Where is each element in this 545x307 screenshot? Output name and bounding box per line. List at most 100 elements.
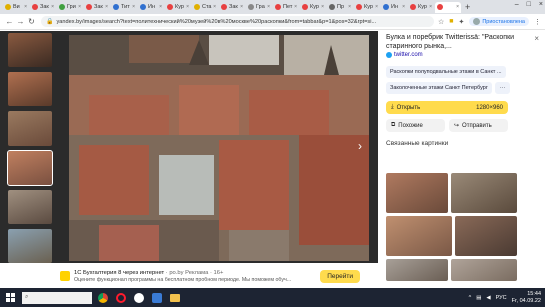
related-image[interactable] [451,259,517,281]
browser-tab[interactable]: Ста × [192,2,218,13]
tag-chip[interactable]: Заколоченные этажи Санкт Петербург [386,82,492,94]
tab-close-icon[interactable]: × [78,4,81,10]
clock[interactable]: 15:44 Fr, 04.09.22 [512,291,541,304]
tab-close-icon[interactable]: × [267,4,270,10]
maximize-icon[interactable]: □ [527,1,531,8]
related-image[interactable] [386,216,452,256]
extension-icon[interactable]: ■ [449,18,453,25]
menu-icon[interactable]: ⋮ [534,18,541,26]
tab-close-icon[interactable]: × [321,4,324,10]
browser-tab[interactable]: Зак × [30,2,56,13]
tab-favicon-icon [437,4,443,10]
more-chips-button[interactable]: ··· [494,82,511,94]
tab-label: Зак [40,4,49,10]
browser-tab[interactable]: Пет × [273,2,299,13]
tab-close-icon[interactable]: × [294,4,297,10]
close-icon[interactable]: × [534,34,539,43]
browser-tab[interactable]: Кур × [165,2,191,13]
star-icon[interactable]: ☆ [438,18,444,26]
tab-close-icon[interactable]: × [51,4,54,10]
tab-favicon-icon [275,4,281,10]
image-info-panel: Булка и поребрик Twitterissä: "Раскопки … [380,31,545,281]
related-image[interactable] [386,259,448,281]
browser-tab[interactable]: Пр × [327,2,353,13]
opera-icon[interactable] [114,291,128,305]
thumbnail[interactable] [8,111,52,146]
browser-tab[interactable]: Гра × [246,2,272,13]
extensions-puzzle-icon[interactable]: ✦ [458,18,464,26]
share-button[interactable]: ↪ Отправить [449,119,508,132]
ad-go-button[interactable]: Перейти [320,269,360,283]
next-arrow-icon[interactable]: › [358,139,362,153]
reload-icon[interactable]: ↻ [26,17,37,26]
tab-close-icon[interactable]: × [348,4,351,10]
tab-favicon-icon [194,4,200,10]
profile-label: Приостановлена [482,18,525,25]
ad-banner: 1С Бухгалтерия 8 через интернет · po.by … [0,263,378,288]
tab-close-icon[interactable]: × [24,4,27,10]
thumbnail[interactable] [8,72,52,107]
tab-close-icon[interactable]: × [213,4,216,10]
tab-close-icon[interactable]: × [132,4,135,10]
tab-favicon-icon [113,4,119,10]
network-icon[interactable]: ▤ [476,295,481,301]
related-image[interactable] [451,173,517,213]
tab-close-icon[interactable]: × [240,4,243,10]
browser-tab[interactable]: Ин × [381,2,407,13]
tab-close-icon[interactable]: × [159,4,162,10]
tag-chip[interactable]: Раскопки полуподвальные этажи в Санкт ..… [386,66,506,78]
tab-close-icon[interactable]: × [402,4,405,10]
tab-favicon-icon [5,4,11,10]
thumbnail[interactable] [8,189,52,224]
volume-icon[interactable]: ◀ [486,295,490,301]
tab-close-icon[interactable]: × [186,4,189,10]
tab-close-icon[interactable]: × [375,4,378,10]
tab-label: Ста [202,4,212,10]
browser-tab[interactable]: Кур × [354,2,380,13]
tab-label: Тит [121,4,130,10]
browser-tab[interactable]: Тит × [111,2,137,13]
similar-button[interactable]: ⧉ Похожие [386,119,445,132]
thumbnail[interactable] [8,228,52,264]
avatar [473,18,481,25]
related-images-heading: Связанные картинки [386,140,449,147]
close-window-icon[interactable]: × [539,1,543,8]
yandex-browser-icon[interactable] [132,291,146,305]
back-icon[interactable]: ← [4,17,15,26]
browser-tab[interactable]: Ви × [3,2,29,13]
forward-icon[interactable]: → [15,17,26,26]
browser-tab[interactable]: Гри × [57,2,83,13]
taskbar: ⌕ ^ ▤ ◀ РУС 15:44 Fr, 04.09.22 [0,288,545,307]
ad-title[interactable]: 1С Бухгалтерия 8 через интернет [74,270,164,276]
browser-tab[interactable]: Кур × [408,2,434,13]
chrome-icon[interactable] [96,291,110,305]
browser-tab[interactable]: × [435,1,461,13]
browser-tab[interactable]: Зак × [84,2,110,13]
thumbnail-strip [7,31,54,264]
open-image-button[interactable]: ⤓ Открыть 1280×960 [386,101,508,114]
address-bar[interactable]: 🔒 yandex.by/images/search?text=политехни… [41,16,434,27]
minimize-icon[interactable]: – [515,1,519,8]
tray-arrow-icon[interactable]: ^ [469,295,472,301]
related-image[interactable] [455,216,517,256]
windows-start-icon[interactable] [4,291,18,305]
tab-close-icon[interactable]: × [429,4,432,10]
profile-button[interactable]: Приостановлена [469,17,529,26]
browser-tab[interactable]: Кур × [300,2,326,13]
main-image[interactable] [69,35,369,261]
app-icon[interactable] [150,291,164,305]
browser-tab[interactable]: Зак × [219,2,245,13]
image-title[interactable]: Булка и поребрик Twitterissä: "Раскопки … [386,34,526,51]
image-source-link[interactable]: twitter.com [386,52,539,58]
folder-icon[interactable] [168,291,182,305]
browser-tab[interactable]: Ин × [138,2,164,13]
tab-close-icon[interactable]: × [456,4,459,10]
related-image[interactable] [386,173,448,213]
taskbar-search-box[interactable]: ⌕ [22,291,92,304]
thumbnail-selected[interactable] [7,149,53,186]
tab-close-icon[interactable]: × [105,4,108,10]
thumbnail[interactable] [8,33,52,68]
source-label: twitter.com [394,52,423,58]
new-tab-button[interactable]: + [465,2,470,12]
language-indicator[interactable]: РУС [496,295,507,301]
